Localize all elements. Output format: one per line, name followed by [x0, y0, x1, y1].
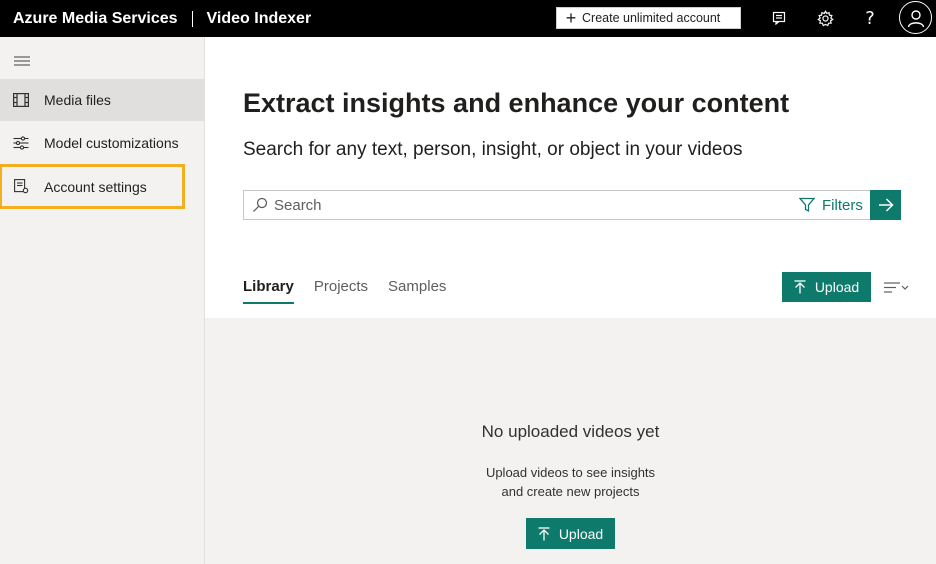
empty-state-line-2: and create new projects	[501, 484, 640, 499]
account-settings-icon	[13, 179, 29, 195]
settings-gear-icon[interactable]	[813, 6, 837, 30]
search-box: Filters	[243, 190, 901, 220]
upload-label: Upload	[814, 279, 860, 295]
empty-state-description: Upload videos to see insights and create…	[205, 463, 936, 501]
upload-icon	[794, 280, 806, 294]
empty-state-line-1: Upload videos to see insights	[485, 465, 656, 480]
sidebar-item-label: Model customizations	[44, 135, 179, 151]
brand-separator	[191, 10, 193, 27]
empty-library-area: No uploaded videos yet Upload videos to …	[205, 318, 936, 564]
upload-icon	[538, 526, 550, 540]
create-unlimited-account-button[interactable]: + Create unlimited account	[556, 7, 741, 29]
sliders-icon	[13, 135, 29, 151]
sidebar-item-account-settings[interactable]: Account settings	[0, 164, 185, 209]
create-account-label: Create unlimited account	[582, 11, 721, 25]
filter-funnel-icon	[799, 197, 815, 213]
feedback-icon[interactable]	[767, 6, 791, 30]
search-icon	[252, 197, 268, 213]
plus-icon: +	[565, 8, 577, 28]
tab-projects[interactable]: Projects	[314, 278, 368, 304]
film-icon	[13, 92, 29, 108]
filters-button[interactable]: Filters	[799, 191, 863, 219]
hamburger-menu-icon[interactable]	[12, 54, 32, 68]
help-icon[interactable]: ?	[858, 6, 882, 30]
search-input[interactable]	[274, 191, 774, 219]
sidebar-item-media-files[interactable]: Media files	[0, 79, 204, 121]
sidebar-item-model-customizations[interactable]: Model customizations	[0, 122, 204, 164]
upload-button[interactable]: Upload	[782, 272, 871, 302]
top-bar: Azure Media Services Video Indexer + Cre…	[0, 0, 936, 37]
tab-samples[interactable]: Samples	[388, 278, 446, 304]
help-glyph: ?	[865, 7, 875, 29]
brand-name: Azure Media Services	[13, 9, 178, 27]
filters-label: Filters	[822, 196, 863, 214]
sidebar-item-label: Account settings	[44, 178, 147, 195]
tab-library[interactable]: Library	[243, 278, 294, 304]
product-name: Video Indexer	[206, 9, 312, 27]
brand[interactable]: Azure Media Services Video Indexer	[13, 0, 311, 37]
page-subtitle: Search for any text, person, insight, or…	[243, 139, 743, 160]
arrow-right-icon	[878, 198, 894, 212]
empty-state-upload-button[interactable]: Upload	[526, 518, 615, 549]
sort-options-icon[interactable]	[884, 280, 910, 296]
sidebar: Media files Model customizations Account	[0, 37, 205, 564]
page-title: Extract insights and enhance your conten…	[243, 88, 790, 118]
sidebar-item-label: Media files	[44, 92, 111, 108]
search-submit-button[interactable]	[870, 190, 901, 220]
empty-state-title: No uploaded videos yet	[481, 422, 660, 441]
content-tabs: Library Projects Samples	[243, 278, 466, 304]
user-avatar-icon[interactable]	[899, 1, 932, 34]
upload-label: Upload	[558, 525, 604, 542]
